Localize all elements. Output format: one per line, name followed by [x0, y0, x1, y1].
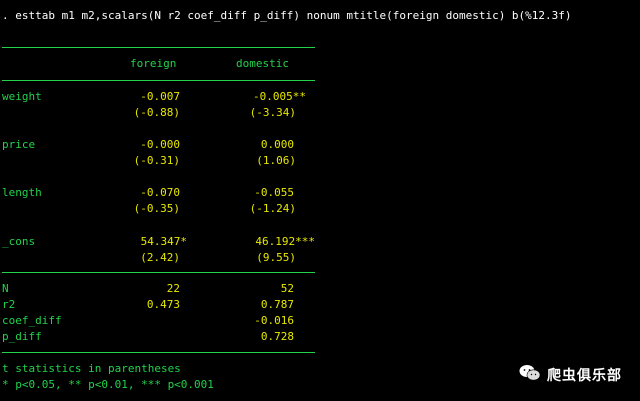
row-label-length: length [2, 186, 42, 199]
watermark: 爬虫俱乐部 [519, 364, 622, 385]
row-label-cons: _cons [2, 235, 36, 248]
scalar-domestic: 0.787 [260, 298, 294, 311]
scalar-label-n: N [2, 282, 9, 295]
scalar-label-r2: r2 [2, 298, 16, 311]
coef-foreign: -0.007 [140, 90, 180, 103]
command-line: . esttab m1 m2,scalars(N r2 coef_diff p_… [2, 9, 572, 22]
coef-domestic: -0.005** [253, 90, 306, 103]
tstat-domestic: (9.55) [256, 251, 296, 264]
tstat-foreign: (-0.88) [133, 106, 180, 119]
table-rule-bottom [2, 352, 315, 353]
tstat-domestic: (1.06) [256, 154, 296, 167]
scalar-domestic: 52 [280, 282, 294, 295]
scalar-label-coef-diff: coef_diff [2, 314, 62, 327]
scalar-domestic: -0.016 [254, 314, 294, 327]
coef-domestic: -0.055 [254, 186, 294, 199]
tstat-foreign: (-0.31) [133, 154, 180, 167]
footnote-significance: * p<0.05, ** p<0.01, *** p<0.001 [2, 378, 214, 391]
tstat-foreign: (-0.35) [133, 202, 180, 215]
scalar-foreign: 22 [166, 282, 180, 295]
tstat-foreign: (2.42) [140, 251, 180, 264]
row-label-price: price [2, 138, 36, 151]
scalar-domestic: 0.728 [260, 330, 294, 343]
tstat-domestic: (-1.24) [249, 202, 296, 215]
coef-foreign: -0.000 [140, 138, 180, 151]
tstat-domestic: (-3.34) [249, 106, 296, 119]
table-rule-header [2, 80, 315, 81]
row-label-weight: weight [2, 90, 42, 103]
coef-domestic: 0.000 [260, 138, 294, 151]
watermark-text: 爬虫俱乐部 [547, 367, 622, 384]
scalar-foreign: 0.473 [146, 298, 180, 311]
table-rule-mid [2, 272, 315, 273]
table-rule-top [2, 47, 315, 48]
wechat-icon [519, 364, 541, 385]
coef-domestic: 46.192*** [255, 235, 315, 248]
coef-foreign: 54.347* [140, 235, 187, 248]
column-header-foreign: foreign [130, 57, 177, 70]
scalar-label-p-diff: p_diff [2, 330, 42, 343]
coef-foreign: -0.070 [140, 186, 180, 199]
column-header-domestic: domestic [236, 57, 289, 70]
footnote-tstat: t statistics in parentheses [2, 362, 181, 375]
